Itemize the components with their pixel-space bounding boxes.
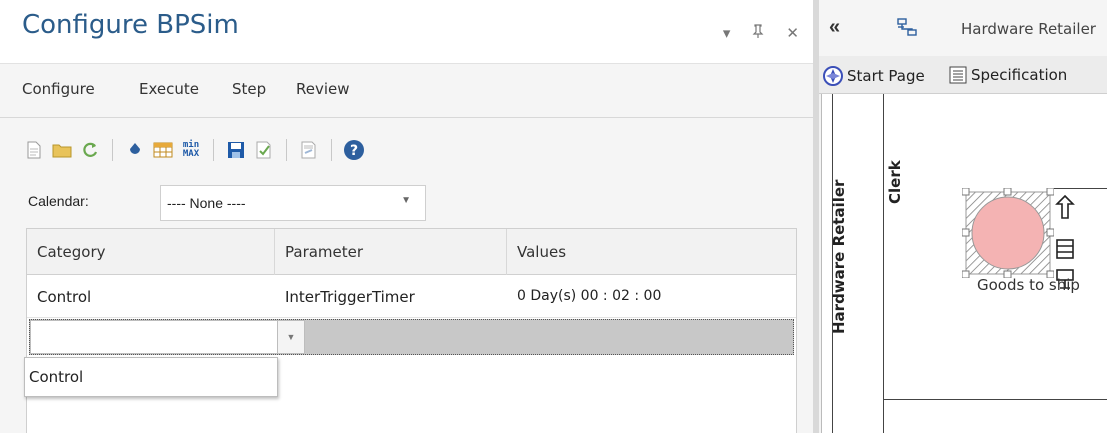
cell-category: Control [37,288,92,306]
table-row[interactable]: Control InterTriggerTimer 0 Day(s) 00 : … [27,276,796,318]
selected-end-event[interactable] [961,187,1055,279]
panel-header: Configure BPSim ▾ ✕ [0,0,813,64]
diagram-icon [897,18,917,41]
tab-review[interactable]: Review [296,80,350,98]
open-folder-icon[interactable] [50,137,74,163]
cell-values: 0 Day(s) 00 : 02 : 00 [517,288,662,304]
tab-configure[interactable]: Configure [22,80,95,98]
start-page-icon [823,66,843,86]
grid-header: Category Parameter Values [27,229,796,275]
quick-link-icons [1052,190,1078,315]
table-icon[interactable] [151,137,175,163]
panel-menu-icon[interactable]: ▾ [723,24,731,42]
diagram-tab-bar: Start Page Specification [819,56,1107,94]
window-controls: ▾ ✕ [723,24,799,42]
chevron-down-icon[interactable]: ▼ [277,320,305,354]
calendar-select[interactable]: ---- None ---- ▼ [160,185,426,221]
save-icon[interactable] [224,137,248,163]
tab-bar: Configure Execute Step Review [0,64,813,118]
diagram-title[interactable]: Hardware Retailer [961,20,1096,38]
diagram-canvas[interactable]: Hardware Retailer Clerk Goods to ship [821,94,1107,433]
collapse-icon[interactable]: « [829,16,840,39]
tab-start-page[interactable]: Start Page [823,66,925,86]
diagram-panel: « Hardware Retailer Start Page Specifica… [819,0,1107,433]
max-label: MAX [182,149,200,159]
category-combo-input[interactable] [30,320,278,354]
new-row-editor[interactable]: ▼ [29,319,794,355]
chevron-down-icon: ▼ [401,195,411,206]
calendar-label: Calendar: [28,193,89,209]
tab-execute[interactable]: Execute [139,80,199,98]
dropdown-option-control[interactable]: Control [29,368,83,386]
toolbar-separator [286,139,287,161]
pin-icon[interactable] [752,24,764,42]
pool-label: Hardware Retailer [830,179,848,334]
flow-line [1050,188,1107,189]
close-icon[interactable]: ✕ [786,24,799,42]
toolbar-separator [213,139,214,161]
tab-specification-label: Specification [971,66,1068,84]
column-header-category[interactable]: Category [27,229,275,275]
diagram-header: « Hardware Retailer [819,0,1107,56]
calendar-selected-value: ---- None ---- [167,195,246,211]
refresh-icon[interactable] [78,137,102,163]
new-document-icon[interactable] [22,137,46,163]
bucket-icon[interactable] [123,137,147,163]
toolbar-separator [331,139,332,161]
column-header-values[interactable]: Values [507,229,796,275]
tab-step[interactable]: Step [232,80,266,98]
min-max-icon[interactable]: min MAX [179,137,203,163]
help-icon[interactable]: ? [342,137,366,163]
element-label: Goods to ship [977,276,1080,294]
panel-title: Configure BPSim [22,10,239,40]
specification-icon [949,66,967,84]
xml-export-icon[interactable] [297,137,321,163]
tab-start-page-label: Start Page [847,67,925,85]
column-header-parameter[interactable]: Parameter [275,229,507,275]
validate-icon[interactable] [252,137,276,163]
cell-parameter: InterTriggerTimer [285,288,415,306]
svg-text:?: ? [350,143,358,159]
lane-label-clerk: Clerk [886,160,904,204]
parameter-grid: Category Parameter Values Control InterT… [26,228,797,433]
toolbar-separator [112,139,113,161]
tab-specification[interactable]: Specification [949,66,1067,84]
category-dropdown-list: Control [24,357,278,397]
lane-divider [884,399,1107,400]
toolbar: min MAX ? [22,132,366,168]
configure-bpsim-panel: Configure BPSim ▾ ✕ Configure Execute St… [0,0,813,433]
